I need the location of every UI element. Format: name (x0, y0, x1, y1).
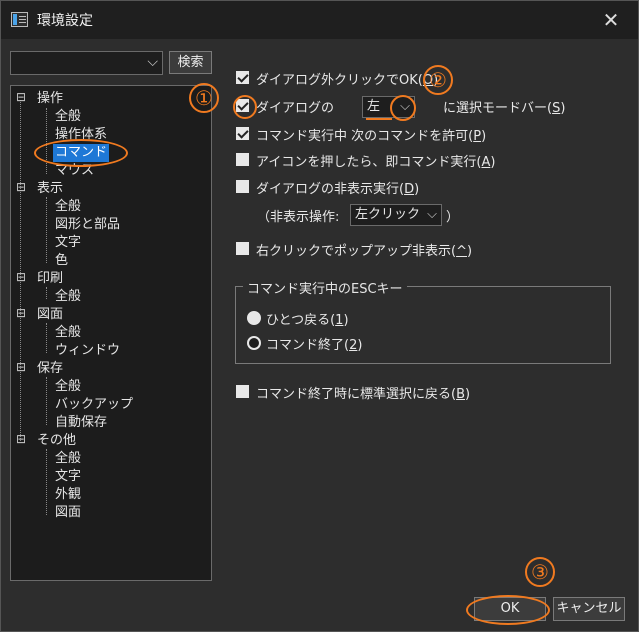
title-bar: 環境設定 ✕ (1, 1, 638, 39)
icon-command-checkbox[interactable] (236, 153, 249, 166)
annotation-number-two: ② (423, 63, 453, 95)
tree-item-backup[interactable]: バックアップ (55, 396, 133, 414)
tree-item-general[interactable]: 全般 (55, 378, 81, 396)
annotation-number-three: ③ (525, 555, 555, 587)
collapse-icon[interactable]: ⊟ (15, 360, 27, 374)
return-standard-select-checkbox[interactable] (236, 385, 249, 398)
cancel-button[interactable]: キャンセル (553, 597, 625, 621)
hide-action-close-paren: ） (446, 210, 460, 225)
tree-item-general[interactable]: 全般 (55, 108, 81, 126)
chevron-down-icon[interactable]: ⌵ (147, 54, 158, 70)
tree-item-other[interactable]: その他 (37, 432, 76, 450)
collapse-icon[interactable]: ⊟ (15, 306, 27, 320)
radio-end-command-label: コマンド終了(2) (266, 338, 363, 353)
tree-line (46, 287, 47, 299)
tree-item-text[interactable]: 文字 (55, 234, 81, 252)
annotation-highlight-command (34, 139, 128, 167)
dialog-position-label: ダイアログの (256, 101, 335, 116)
collapse-icon[interactable]: ⊟ (15, 432, 27, 446)
return-standard-select-label: コマンド終了時に標準選択に戻る(B) (256, 387, 471, 402)
tree-item-save[interactable]: 保存 (37, 360, 63, 378)
annotation-highlight-checkbox (233, 95, 257, 119)
icon-command-label: アイコンを押したら、即コマンド実行(A) (256, 155, 496, 170)
radio-step-back[interactable] (247, 311, 261, 325)
tree-line (46, 377, 47, 425)
annotation-number-one: ① (189, 81, 219, 113)
radio-end-command[interactable] (247, 336, 261, 350)
settings-dialog: 環境設定 ✕ ⌵ 検索 ⊟ 操作 全般 操作体系 コマンド マウス ⊟ 表示 全… (0, 0, 639, 632)
hide-action-label: （非表示操作: (257, 210, 340, 225)
tree-line (46, 449, 47, 515)
search-input[interactable]: ⌵ (10, 51, 163, 75)
tree-item-drawing[interactable]: 図面 (55, 504, 81, 522)
window-title: 環境設定 (37, 13, 93, 29)
annotation-highlight-dropdown (390, 95, 416, 121)
hide-action-select[interactable]: 左クリック ⌵ (350, 204, 442, 226)
tree-line (46, 197, 47, 263)
tree-item-general[interactable]: 全般 (55, 324, 81, 342)
collapse-icon[interactable]: ⊟ (15, 270, 27, 284)
annotation-highlight-ok (466, 595, 550, 625)
chevron-down-icon: ⌵ (427, 207, 437, 222)
app-icon (11, 12, 28, 27)
collapse-icon[interactable]: ⊟ (15, 180, 27, 194)
right-click-popup-label: 右クリックでポップアップ非表示(^) (256, 244, 473, 259)
selection-mode-bar-label: に選択モードバー(S) (443, 101, 566, 116)
tree-item-color[interactable]: 色 (55, 252, 68, 270)
tree-item-general[interactable]: 全般 (55, 450, 81, 468)
tree-item-window[interactable]: ウィンドウ (55, 342, 120, 360)
allow-next-command-label: コマンド実行中 次のコマンドを許可(P) (256, 129, 487, 144)
radio-step-back-label: ひとつ戻る(1) (266, 313, 349, 328)
esc-key-group-title: コマンド実行中のESCキー (243, 278, 407, 297)
search-button[interactable]: 検索 (169, 51, 212, 74)
close-icon[interactable]: ✕ (598, 7, 624, 33)
annotation-underline (366, 118, 392, 120)
dialog-outside-click-checkbox[interactable] (236, 71, 249, 84)
allow-next-command-checkbox[interactable] (236, 127, 249, 140)
tree-line (46, 323, 47, 353)
tree-item-autosave[interactable]: 自動保存 (55, 414, 107, 432)
tree-line (46, 108, 47, 174)
tree-item-appearance[interactable]: 外観 (55, 486, 81, 504)
tree-item-general[interactable]: 全般 (55, 198, 81, 216)
tree-item-drawing[interactable]: 図面 (37, 306, 63, 324)
tree-item-text[interactable]: 文字 (55, 468, 81, 486)
tree-item-shapes-parts[interactable]: 図形と部品 (55, 216, 120, 234)
dialog-outside-click-label: ダイアログ外クリックでOK(O) (256, 73, 439, 88)
tree-item-operation[interactable]: 操作 (37, 90, 63, 108)
tree-item-print[interactable]: 印刷 (37, 270, 63, 288)
tree-item-general[interactable]: 全般 (55, 288, 81, 306)
tree-item-display[interactable]: 表示 (37, 180, 63, 198)
hide-dialog-checkbox[interactable] (236, 180, 249, 193)
collapse-icon[interactable]: ⊟ (15, 90, 27, 104)
right-click-popup-checkbox[interactable] (236, 242, 249, 255)
hide-dialog-label: ダイアログの非表示実行(D) (256, 182, 420, 197)
